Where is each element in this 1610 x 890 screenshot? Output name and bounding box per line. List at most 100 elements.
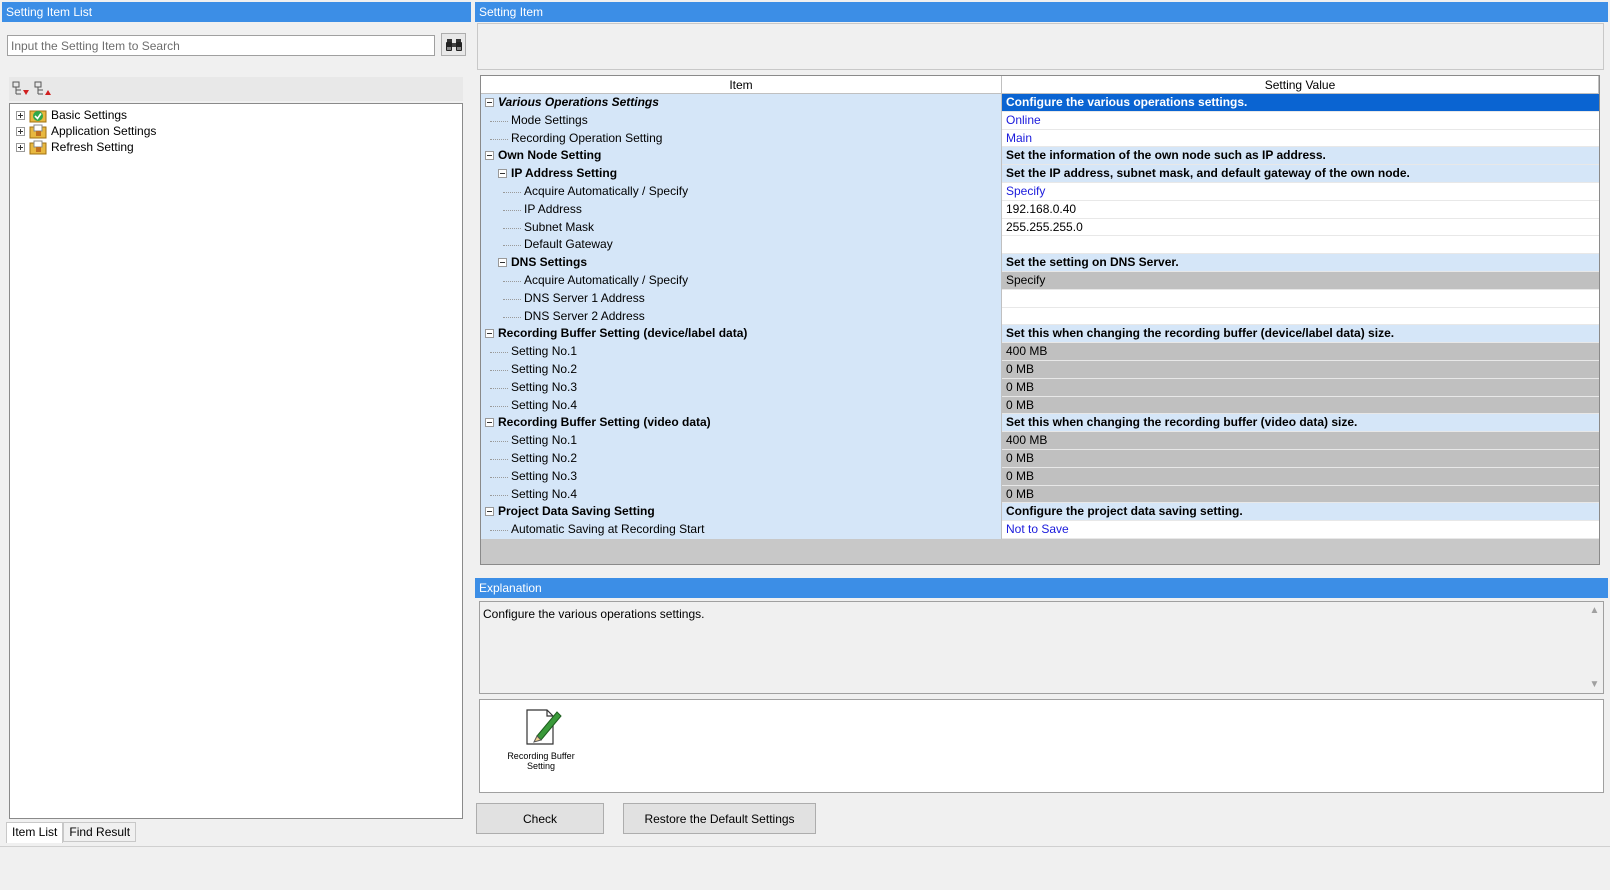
- collapse-toggle[interactable]: [485, 151, 494, 161]
- column-header-item[interactable]: Item: [481, 76, 1002, 93]
- grid-value-cell[interactable]: 0 MB: [1002, 485, 1599, 504]
- grid-value-cell[interactable]: Specify: [1002, 182, 1599, 201]
- grid-item-label: Setting No.4: [511, 486, 578, 501]
- grid-row[interactable]: Recording Operation Setting Main: [481, 129, 1599, 148]
- setting-item-tree[interactable]: Basic Settings Application Settings Refr…: [9, 103, 463, 819]
- collapse-toggle[interactable]: [485, 329, 494, 339]
- grid-row[interactable]: Recording Buffer Setting (video data) Set…: [481, 414, 1599, 433]
- grid-value-cell[interactable]: Configure the various operations setting…: [1002, 94, 1599, 112]
- tab-find-result[interactable]: Find Result: [63, 822, 137, 842]
- grid-row[interactable]: Acquire Automatically / Specify Specify: [481, 182, 1599, 201]
- grid-item-label: IP Address Setting: [511, 166, 618, 181]
- grid-value-cell[interactable]: 0 MB: [1002, 396, 1599, 415]
- grid-item-cell: IP Address Setting: [481, 165, 1002, 183]
- grid-row[interactable]: Recording Buffer Setting (device/label d…: [481, 325, 1599, 344]
- tree-item-refresh-setting[interactable]: Refresh Setting: [16, 139, 134, 155]
- grid-item-label: Automatic Saving at Recording Start: [511, 522, 705, 537]
- collapse-toggle[interactable]: [498, 169, 507, 179]
- restore-default-settings-button[interactable]: Restore the Default Settings: [623, 803, 816, 834]
- folder-icon: [29, 140, 47, 154]
- grid-row[interactable]: Setting No.3 0 MB: [481, 467, 1599, 486]
- grid-row[interactable]: IP Address Setting Set the IP address, su…: [481, 165, 1599, 183]
- search-button[interactable]: [441, 33, 466, 56]
- grid-item-label: Acquire Automatically / Specify: [524, 183, 689, 198]
- grid-row[interactable]: Setting No.3 0 MB: [481, 378, 1599, 397]
- tree-item-label: Basic Settings: [51, 108, 128, 122]
- grid-row[interactable]: Setting No.4 0 MB: [481, 485, 1599, 504]
- search-input[interactable]: [7, 35, 435, 56]
- tree-connector: [490, 458, 508, 460]
- expand-toggle[interactable]: [16, 110, 25, 120]
- tree-connector: [503, 245, 521, 247]
- tree-item-label: Refresh Setting: [51, 140, 134, 154]
- expand-toggle[interactable]: [16, 126, 25, 136]
- grid-item-cell: Recording Buffer Setting (device/label d…: [481, 325, 1002, 344]
- grid-value-cell[interactable]: Not to Save: [1002, 521, 1599, 539]
- grid-row[interactable]: Default Gateway: [481, 236, 1599, 255]
- tree-connector: [490, 369, 508, 371]
- grid-row[interactable]: Setting No.1 400 MB: [481, 343, 1599, 361]
- tree-item-basic-settings[interactable]: Basic Settings: [16, 107, 127, 123]
- grid-row[interactable]: Various Operations Settings Configure the…: [481, 94, 1599, 112]
- grid-value-cell[interactable]: 192.168.0.40: [1002, 200, 1599, 219]
- grid-value-cell[interactable]: [1002, 236, 1599, 255]
- grid-row[interactable]: Own Node Setting Set the information of t…: [481, 147, 1599, 166]
- grid-value-cell[interactable]: [1002, 307, 1599, 326]
- tree-connector: [503, 209, 521, 211]
- tab-item-list[interactable]: Item List: [6, 822, 64, 843]
- expand-toggle[interactable]: [16, 142, 25, 152]
- grid-item-cell: DNS Server 1 Address: [481, 289, 1002, 308]
- grid-row[interactable]: Setting No.2 0 MB: [481, 360, 1599, 379]
- tree-connector: [503, 227, 521, 229]
- grid-row[interactable]: DNS Settings Set the setting on DNS Serve…: [481, 254, 1599, 272]
- grid-value-cell[interactable]: Online: [1002, 111, 1599, 130]
- grid-item-label: Subnet Mask: [524, 219, 595, 234]
- collapse-toggle[interactable]: [485, 507, 494, 517]
- tree-item-application-settings[interactable]: Application Settings: [16, 123, 156, 139]
- explanation-scrollbar[interactable]: ▲ ▼: [1586, 602, 1603, 693]
- grid-value-cell[interactable]: 400 MB: [1002, 343, 1599, 361]
- grid-row[interactable]: Setting No.2 0 MB: [481, 449, 1599, 468]
- grid-row[interactable]: Setting No.4 0 MB: [481, 396, 1599, 415]
- collapse-all-button[interactable]: [34, 80, 52, 98]
- grid-item-label: DNS Server 1 Address: [524, 290, 645, 305]
- collapse-toggle[interactable]: [485, 98, 494, 107]
- expand-all-button[interactable]: [12, 80, 30, 98]
- grid-body: Various Operations Settings Configure the…: [481, 94, 1599, 539]
- grid-item-cell: Setting No.3: [481, 378, 1002, 397]
- grid-value-cell: Set this when changing the recording buf…: [1002, 414, 1599, 433]
- setting-grid[interactable]: Item Setting Value Various Operations Se…: [480, 75, 1600, 565]
- recording-buffer-setting-shortcut[interactable]: Recording Buffer Setting: [496, 706, 586, 771]
- collapse-toggle[interactable]: [498, 258, 507, 268]
- grid-value-cell[interactable]: 0 MB: [1002, 378, 1599, 397]
- grid-row[interactable]: Automatic Saving at Recording Start Not t…: [481, 521, 1599, 539]
- explanation-box: Configure the various operations setting…: [479, 601, 1604, 694]
- scroll-down-icon[interactable]: ▼: [1590, 679, 1600, 690]
- grid-row[interactable]: DNS Server 1 Address: [481, 289, 1599, 308]
- binoculars-icon: [445, 38, 462, 51]
- grid-value-cell[interactable]: 400 MB: [1002, 432, 1599, 450]
- grid-value-cell[interactable]: Specify: [1002, 271, 1599, 290]
- grid-item-label: Default Gateway: [524, 237, 613, 252]
- grid-row[interactable]: Setting No.1 400 MB: [481, 432, 1599, 450]
- grid-row[interactable]: Acquire Automatically / Specify Specify: [481, 271, 1599, 290]
- grid-value-cell[interactable]: [1002, 289, 1599, 308]
- grid-value-cell[interactable]: 0 MB: [1002, 449, 1599, 468]
- collapse-toggle[interactable]: [485, 418, 494, 428]
- grid-value-cell[interactable]: 0 MB: [1002, 467, 1599, 486]
- grid-value-cell[interactable]: Main: [1002, 129, 1599, 148]
- grid-item-label: Own Node Setting: [498, 148, 602, 163]
- grid-row[interactable]: IP Address 192.168.0.40: [481, 200, 1599, 219]
- grid-row[interactable]: DNS Server 2 Address: [481, 307, 1599, 326]
- check-button[interactable]: Check: [476, 803, 604, 834]
- scroll-up-icon[interactable]: ▲: [1590, 605, 1600, 616]
- grid-item-cell: Setting No.4: [481, 485, 1002, 504]
- grid-value-cell[interactable]: 0 MB: [1002, 360, 1599, 379]
- grid-row[interactable]: Mode Settings Online: [481, 111, 1599, 130]
- grid-item-cell: Setting No.1: [481, 343, 1002, 361]
- grid-value-cell[interactable]: 255.255.255.0: [1002, 218, 1599, 237]
- grid-row[interactable]: Subnet Mask 255.255.255.0: [481, 218, 1599, 237]
- tree-connector: [503, 298, 521, 300]
- grid-row[interactable]: Project Data Saving Setting Configure the…: [481, 503, 1599, 522]
- column-header-setting-value[interactable]: Setting Value: [1002, 76, 1599, 93]
